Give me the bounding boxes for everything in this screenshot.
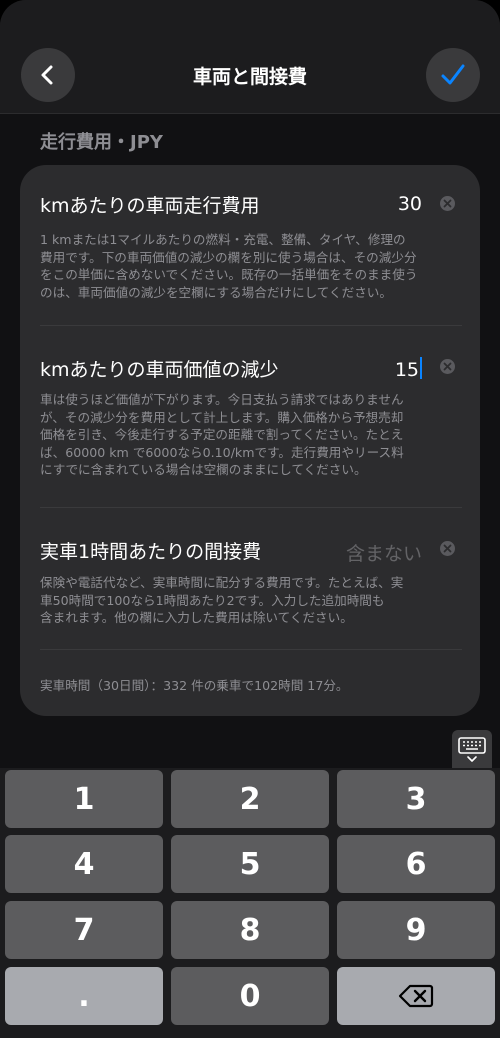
text-cursor [420, 357, 422, 379]
key-6[interactable]: 6 [337, 835, 495, 893]
checkmark-icon [441, 64, 465, 85]
description-line: 車は使うほど価値が下がります。今日支払う請求ではありません [40, 392, 404, 407]
page-title: 車両と間接費 [192, 66, 307, 88]
key-1[interactable]: 1 [5, 770, 163, 828]
running-cost-input[interactable]: 30 [398, 193, 422, 215]
description-line: 含まれます。他の欄に入力した費用は除いてください。 [40, 610, 353, 625]
row-description-depreciation: 車は使うほど価値が下がります。今日支払う請求ではありません が、その減少分を費用… [40, 391, 464, 479]
keyboard-dismiss-button[interactable] [452, 730, 492, 768]
key-0[interactable]: 0 [171, 967, 329, 1025]
row-description-running-cost: 1 kmまたは1マイルあたりの燃料・充電、整備、タイヤ、修理の 費用です。下の車… [40, 231, 464, 301]
key-5[interactable]: 5 [171, 835, 329, 893]
navigation-header: 車両と間接費 [0, 0, 500, 114]
done-button[interactable] [426, 48, 480, 102]
settings-sheet: 車両と間接費 走行費用・JPY kmあたりの車両走行費用 30 1 kmまたは1… [0, 0, 500, 780]
clear-depreciation-button[interactable] [440, 359, 455, 374]
description-line: 価格を引き、今後走行する予定の距離で割ってください。たとえ [40, 427, 404, 442]
driving-time-footnote: 実車時間（30日間）：332 件の乗車で102時間 17分。 [40, 678, 349, 693]
numeric-keypad: 1 2 3 4 5 6 7 8 9 . 0 [0, 768, 500, 1038]
row-divider [40, 325, 462, 326]
close-icon [443, 199, 452, 208]
key-8[interactable]: 8 [171, 901, 329, 959]
delete-key[interactable] [337, 967, 495, 1025]
key-2[interactable]: 2 [171, 770, 329, 828]
row-divider [40, 507, 462, 508]
row-divider [40, 649, 462, 650]
clear-running-cost-button[interactable] [440, 196, 455, 211]
description-line: 保険や電話代など、実車時間に配分する費用です。たとえば、実 [40, 575, 404, 590]
key-4[interactable]: 4 [5, 835, 163, 893]
row-title-overhead: 実車1時間あたりの間接費 [40, 541, 262, 563]
keyboard-dismiss-icon [458, 737, 486, 762]
key-7[interactable]: 7 [5, 901, 163, 959]
description-line: ば、60000 km で6000なら0.10/kmです。走行費用やリース料 [40, 444, 404, 460]
delete-backspace-icon [398, 984, 434, 1008]
depreciation-input[interactable]: 15 [395, 357, 422, 381]
key-9[interactable]: 9 [337, 901, 495, 959]
description-line: 費用です。下の車両価値の減少の欄を別に使う場合は、その減少分 [40, 249, 417, 265]
overhead-input[interactable]: 含まない [346, 539, 422, 566]
key-decimal[interactable]: . [5, 967, 163, 1025]
key-3[interactable]: 3 [337, 770, 495, 828]
depreciation-value: 15 [394, 359, 419, 381]
close-icon [443, 362, 452, 371]
description-line: 車50時間で100なら1時間あたり2です。入力した追加時間も [40, 592, 385, 608]
row-description-overhead: 保険や電話代など、実車時間に配分する費用です。たとえば、実 車50時間で100な… [40, 574, 464, 627]
description-line: にすでに含まれている場合は空欄のままにしてください。 [40, 462, 367, 477]
clear-overhead-button[interactable] [440, 541, 455, 556]
description-line: をこの単価に含めないでください。既存の一括単価をそのまま使う [40, 267, 418, 282]
description-line: が、その減少分を費用として計上します。購入価格から予想売却 [40, 409, 404, 425]
description-line: 1 kmまたは1マイルあたりの燃料・充電、整備、タイヤ、修理の [40, 232, 406, 247]
row-title-running-cost: kmあたりの車両走行費用 [40, 195, 260, 217]
close-icon [443, 544, 452, 553]
section-label: 走行費用・JPY [40, 132, 163, 153]
row-title-depreciation: kmあたりの車両価値の減少 [40, 359, 279, 381]
description-line: のは、車両価値の減少を空欄にする場合だけにしてください。 [40, 284, 392, 300]
cost-card: kmあたりの車両走行費用 30 1 kmまたは1マイルあたりの燃料・充電、整備、… [20, 165, 480, 716]
